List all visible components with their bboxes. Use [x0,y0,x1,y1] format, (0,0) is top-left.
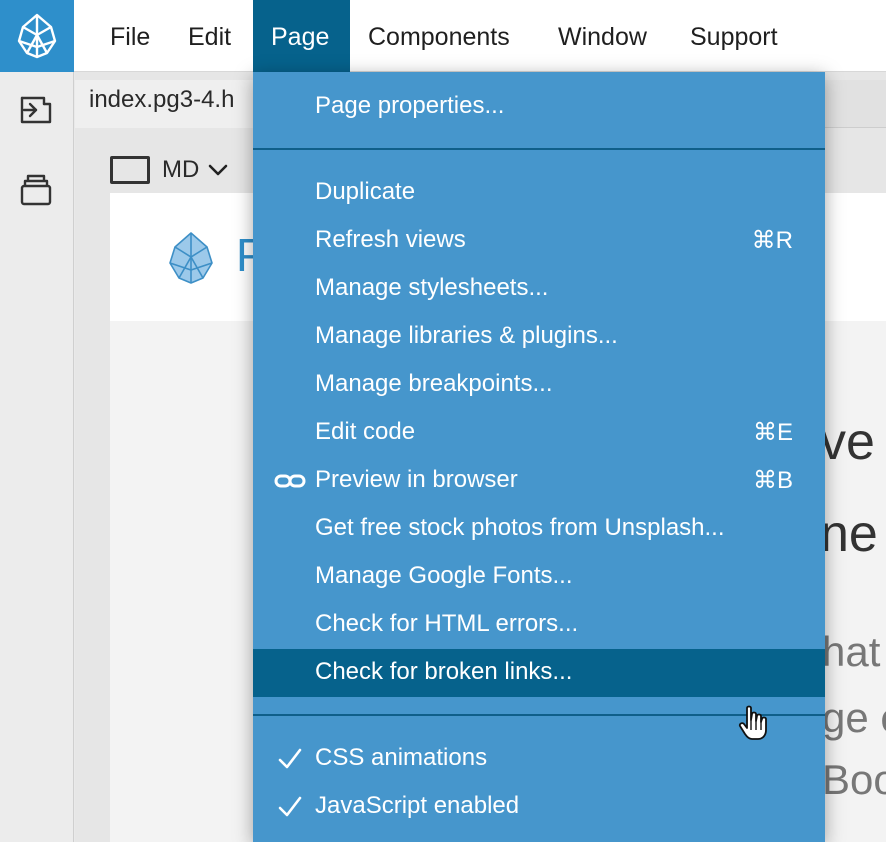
menu-item-refresh-views[interactable]: Refresh views ⌘R [253,217,825,265]
menu-item-edit-code[interactable]: Edit code ⌘E [253,409,825,457]
menu-item-manage-breakpoints[interactable]: Manage breakpoints... [253,361,825,409]
menu-item-html-errors[interactable]: Check for HTML errors... [253,601,825,649]
menu-item-css-animations[interactable]: CSS animations [253,735,825,783]
canvas-logo-icon [169,232,213,284]
menu-file[interactable]: File [92,0,168,72]
menu-item-preview-in-browser[interactable]: Preview in browser ⌘B [253,457,825,505]
library-box-icon[interactable] [18,172,54,208]
device-icon [110,156,150,184]
breakpoint-label: MD [162,156,200,183]
menu-item-broken-links[interactable]: Check for broken links... [253,649,825,697]
link-chain-icon [274,474,306,488]
pinegrow-cone-icon [17,13,57,59]
hand-pointer-icon [738,705,767,740]
menu-support[interactable]: Support [672,0,796,72]
canvas-text-fragment: Boo [822,756,886,803]
chevron-down-icon [209,164,228,176]
menu-edit[interactable]: Edit [170,0,249,72]
menu-page[interactable]: Page [253,0,350,72]
menu-item-javascript-enabled[interactable]: JavaScript enabled [253,783,825,831]
menu-item-unsplash-photos[interactable]: Get free stock photos from Unsplash... [253,505,825,553]
shortcut-label: ⌘R [751,227,793,254]
menu-separator [253,148,825,150]
canvas-heading-fragment: ve [820,413,875,471]
menubar: File Edit Page Components Window Support [0,0,886,72]
menu-item-page-properties[interactable]: Page properties... [253,83,825,131]
shortcut-label: ⌘B [752,467,793,494]
canvas-text-fragment: ge e [822,694,886,741]
checkmark-icon [278,796,302,817]
import-arrow-icon[interactable] [18,92,54,128]
menu-item-manage-stylesheets[interactable]: Manage stylesheets... [253,265,825,313]
menu-components[interactable]: Components [350,0,528,72]
canvas-heading-fragment: ne [820,505,878,563]
app-logo[interactable] [0,0,74,72]
shortcut-label: ⌘E [752,419,793,446]
file-tab-label: index.pg3-4.h [89,86,235,113]
menu-item-duplicate[interactable]: Duplicate [253,169,825,217]
menu-item-google-fonts[interactable]: Manage Google Fonts... [253,553,825,601]
menu-item-manage-libraries[interactable]: Manage libraries & plugins... [253,313,825,361]
breakpoint-selector[interactable]: MD [110,150,229,190]
left-toolbar [0,72,74,842]
checkmark-icon [278,748,302,769]
canvas-text-fragment: hat [822,628,881,675]
menu-window[interactable]: Window [540,0,665,72]
